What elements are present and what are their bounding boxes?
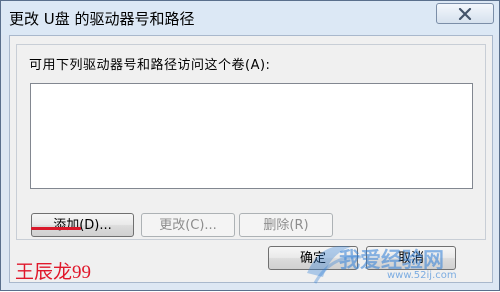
- dialog-window: 更改 U盘 的驱动器号和路径 可用下列驱动器号和路径访问这个卷(A): 添加(D…: [0, 0, 500, 291]
- group-label: 可用下列驱动器号和路径访问这个卷(A):: [29, 58, 271, 73]
- close-button[interactable]: [436, 3, 494, 24]
- remove-button[interactable]: 删除(R): [239, 213, 333, 237]
- add-button[interactable]: 添加(D)...: [31, 213, 134, 237]
- close-icon: [458, 8, 472, 20]
- watermark-url: www.52ij.com: [387, 270, 457, 281]
- title-bar: 更改 U盘 的驱动器号和路径: [1, 1, 499, 35]
- change-button[interactable]: 更改(C)...: [141, 213, 235, 237]
- dialog-title: 更改 U盘 的驱动器号和路径: [9, 10, 195, 28]
- annotation-underline: [31, 227, 81, 230]
- drive-paths-group: 可用下列驱动器号和路径访问这个卷(A): 添加(D)... 更改(C)... 删…: [16, 44, 486, 240]
- author-signature: 王辰龙99: [15, 262, 92, 283]
- drive-paths-list[interactable]: [30, 83, 473, 189]
